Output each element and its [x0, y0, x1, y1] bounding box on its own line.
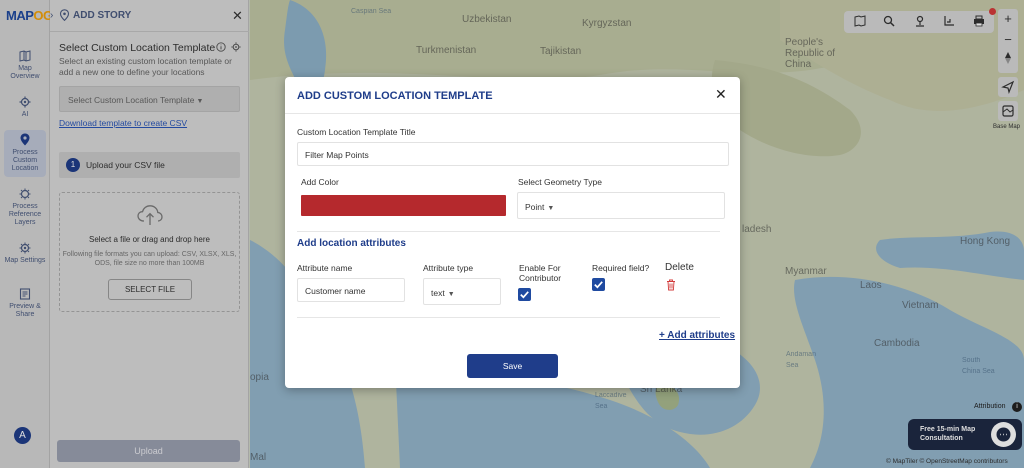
modal-title: ADD CUSTOM LOCATION TEMPLATE — [297, 90, 493, 102]
geometry-type-select[interactable]: Point ▼ — [517, 192, 725, 219]
attributes-section-title: Add location attributes — [297, 238, 406, 249]
trash-icon[interactable] — [666, 279, 676, 291]
required-field-label: Required field? — [592, 263, 650, 273]
caret-down-icon: ▼ — [547, 205, 555, 212]
save-button[interactable]: Save — [467, 354, 558, 378]
add-attributes-link[interactable]: + Add attributes — [659, 330, 735, 341]
modal-header: ADD CUSTOM LOCATION TEMPLATE ✕ — [285, 77, 740, 114]
enable-contributor-checkbox[interactable] — [518, 288, 531, 301]
divider — [297, 317, 720, 318]
check-icon — [594, 281, 603, 289]
add-template-modal: ADD CUSTOM LOCATION TEMPLATE ✕ Custom Lo… — [285, 77, 740, 388]
attribute-name-label: Attribute name — [297, 263, 353, 273]
divider — [297, 231, 720, 232]
check-icon — [520, 291, 529, 299]
enable-contributor-label: Enable For Contributor — [519, 263, 562, 283]
template-title-input[interactable]: Filter Map Points — [297, 142, 729, 166]
delete-label: Delete — [665, 262, 694, 273]
close-icon[interactable]: ✕ — [715, 87, 727, 101]
geometry-type-label: Select Geometry Type — [518, 177, 602, 187]
attribute-type-select[interactable]: text ▼ — [423, 278, 501, 305]
add-color-label: Add Color — [301, 177, 339, 187]
template-title-label: Custom Location Template Title — [297, 127, 416, 137]
caret-down-icon: ▼ — [447, 291, 455, 298]
attribute-type-label: Attribute type — [423, 263, 474, 273]
required-field-checkbox[interactable] — [592, 278, 605, 291]
color-picker[interactable] — [301, 195, 506, 216]
attribute-name-input[interactable]: Customer name — [297, 278, 405, 302]
